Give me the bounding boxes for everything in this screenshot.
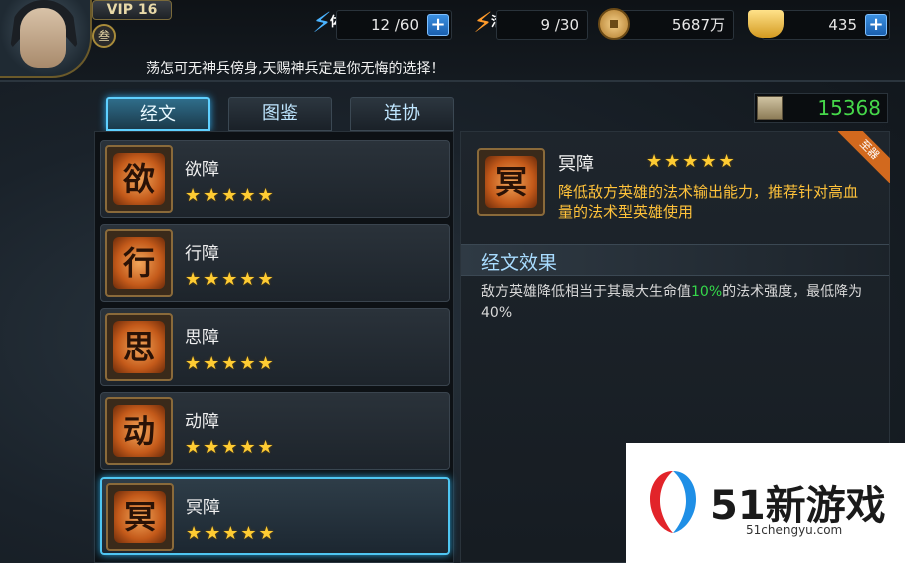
scroll-count: 15368 — [817, 96, 881, 120]
star-rating: ★★★★★ — [186, 523, 277, 544]
effect-text-before: 敌方英雄降低相当于其最大生命值 — [481, 284, 691, 300]
scripture-name: 行障 — [185, 244, 219, 264]
star-rating: ★★★★★ — [185, 437, 276, 458]
scripture-card-yu[interactable]: 欲 欲障 ★★★★★ — [100, 140, 450, 218]
rune-glyph: 动 — [113, 405, 165, 457]
rune-glyph: 思 — [113, 321, 165, 373]
star-rating: ★★★★★ — [185, 269, 276, 290]
quality-ribbon: 至器 — [838, 131, 890, 183]
vip-level[interactable]: VIP 16 — [92, 0, 172, 20]
scripture-name: 冥障 — [186, 498, 220, 518]
top-bar: VIP 16 叁 ⚡体 12 /60 + ⚡活 9 /30 5687万 435 … — [0, 0, 905, 82]
tab-combo[interactable]: 连协 — [350, 97, 454, 131]
copper-coin-icon — [598, 8, 630, 40]
scripture-card-si[interactable]: 思 思障 ★★★★★ — [100, 308, 450, 386]
detail-summary: 降低敌方英雄的法术输出能力，推荐针对高血量的法术型英雄使用 — [558, 183, 859, 221]
stamina-value: 12 /60 — [371, 16, 419, 34]
scripture-name: 动障 — [185, 412, 219, 432]
scrolling-announcement: 荡怎可无神兵傍身,天赐神兵定是你无悔的选择！ — [146, 61, 445, 77]
rune-glyph: 冥 — [485, 156, 537, 208]
player-avatar[interactable] — [0, 0, 92, 78]
scroll-counter: 15368 — [754, 93, 888, 123]
quality-label: 至器 — [838, 131, 890, 183]
energy-value: 9 /30 — [540, 16, 579, 34]
tab-codex[interactable]: 图鉴 — [228, 97, 332, 131]
detail-scripture-icon: 冥 — [477, 148, 545, 216]
scripture-card-dong[interactable]: 动 动障 ★★★★★ — [100, 392, 450, 470]
star-rating: ★★★★★ — [185, 185, 276, 206]
add-stamina-button[interactable]: + — [427, 14, 449, 36]
scripture-name: 思障 — [185, 328, 219, 348]
avatar-face — [20, 8, 66, 68]
watermark: 51新游戏 51chengyu.com — [626, 443, 905, 563]
stamina-counter: 12 /60 + — [336, 10, 452, 40]
add-gold-button[interactable]: + — [865, 14, 887, 36]
tab-scriptures[interactable]: 经文 — [106, 97, 210, 131]
copper-value: 5687万 — [671, 16, 725, 34]
gold-ingot-icon — [748, 10, 784, 38]
effect-section-title: 经文效果 — [481, 252, 558, 274]
detail-title: 冥障 — [558, 154, 594, 175]
scripture-name: 欲障 — [185, 160, 219, 180]
rank-badge: 叁 — [92, 24, 116, 48]
effect-description: 敌方英雄降低相当于其最大生命值10%的法术强度，最低降为40% — [481, 282, 881, 324]
scripture-icon: 思 — [105, 313, 173, 381]
gold-value: 435 — [828, 16, 857, 34]
rune-glyph: 行 — [113, 237, 165, 289]
detail-star-rating: ★★★★★ — [646, 151, 737, 172]
energy-icon: ⚡活 — [466, 4, 504, 42]
scroll-icon — [757, 96, 783, 120]
stamina-icon: ⚡体 — [305, 4, 343, 42]
scripture-icon: 行 — [105, 229, 173, 297]
watermark-logo-icon — [650, 471, 696, 533]
star-rating: ★★★★★ — [185, 353, 276, 374]
energy-counter: 9 /30 — [496, 10, 588, 40]
scripture-icon: 冥 — [106, 483, 174, 551]
effect-highlight: 10% — [691, 284, 723, 300]
rune-glyph: 冥 — [114, 491, 166, 543]
rune-glyph: 欲 — [113, 153, 165, 205]
scripture-icon: 欲 — [105, 145, 173, 213]
scripture-icon: 动 — [105, 397, 173, 465]
scripture-card-ming[interactable]: 冥 冥障 ★★★★★ — [100, 477, 450, 555]
effect-section-header: 经文效果 — [461, 244, 889, 276]
watermark-url: 51chengyu.com — [746, 523, 843, 537]
scripture-card-xing[interactable]: 行 行障 ★★★★★ — [100, 224, 450, 302]
